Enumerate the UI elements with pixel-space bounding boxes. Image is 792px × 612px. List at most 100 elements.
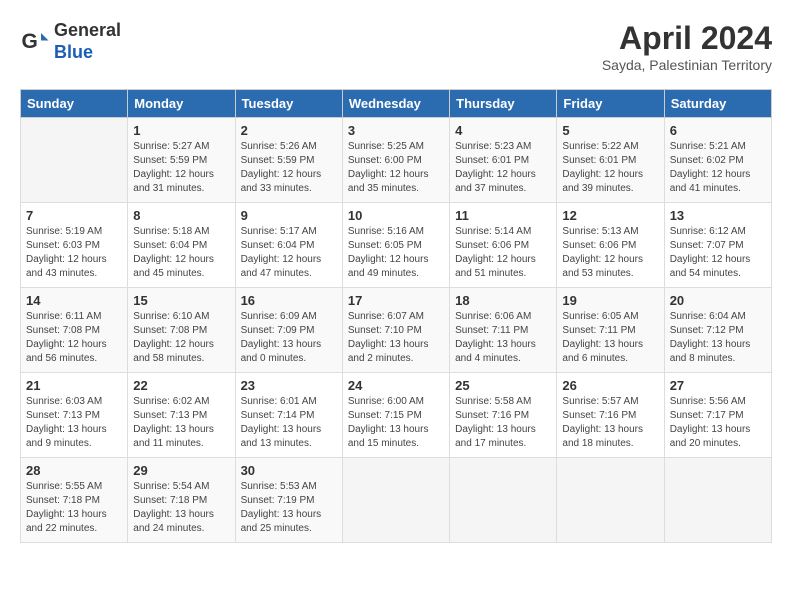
header-day-saturday: Saturday	[664, 90, 771, 118]
day-number: 8	[133, 208, 229, 223]
day-number: 12	[562, 208, 658, 223]
day-number: 14	[26, 293, 122, 308]
calendar-cell: 5 Sunrise: 5:22 AM Sunset: 6:01 PM Daylig…	[557, 118, 664, 203]
svg-text:G: G	[22, 30, 38, 53]
calendar-cell: 21Sunrise: 6:03 AM Sunset: 7:13 PM Dayli…	[21, 373, 128, 458]
day-number: 25	[455, 378, 551, 393]
day-number: 18	[455, 293, 551, 308]
day-number: 2	[241, 123, 337, 138]
day-number: 16	[241, 293, 337, 308]
calendar-cell	[450, 458, 557, 543]
calendar-cell: 26 Sunrise: 5:57 AM Sunset: 7:16 PM Dayli…	[557, 373, 664, 458]
day-number: 27	[670, 378, 766, 393]
day-info: Sunrise: 6:05 AM Sunset: 7:11 PM Dayligh…	[562, 310, 658, 366]
day-info: Sunrise: 6:07 AM Sunset: 7:10 PM Dayligh…	[348, 310, 444, 366]
day-info: Sunrise: 5:56 AM Sunset: 7:17 PM Dayligh…	[670, 395, 766, 451]
logo-icon: G	[20, 27, 50, 57]
day-info: Sunrise: 6:02 AM Sunset: 7:13 PM Dayligh…	[133, 395, 229, 451]
day-number: 26	[562, 378, 658, 393]
day-info: Sunrise: 5:53 AM Sunset: 7:19 PM Dayligh…	[241, 480, 337, 536]
header-day-sunday: Sunday	[21, 90, 128, 118]
day-info: Sunrise: 6:03 AM Sunset: 7:13 PM Dayligh…	[26, 395, 122, 451]
day-number: 23	[241, 378, 337, 393]
day-number: 13	[670, 208, 766, 223]
day-number: 20	[670, 293, 766, 308]
logo: G General Blue	[20, 20, 121, 63]
calendar-week-2: 7 Sunrise: 5:19 AM Sunset: 6:03 PM Daylig…	[21, 203, 772, 288]
day-info: Sunrise: 6:10 AM Sunset: 7:08 PM Dayligh…	[133, 310, 229, 366]
calendar-cell: 12 Sunrise: 5:13 AM Sunset: 6:06 PM Dayli…	[557, 203, 664, 288]
calendar-table: SundayMondayTuesdayWednesdayThursdayFrid…	[20, 89, 772, 543]
day-info: Sunrise: 5:58 AM Sunset: 7:16 PM Dayligh…	[455, 395, 551, 451]
day-info: Sunrise: 5:21 AM Sunset: 6:02 PM Dayligh…	[670, 140, 766, 196]
calendar-cell: 27 Sunrise: 5:56 AM Sunset: 7:17 PM Dayli…	[664, 373, 771, 458]
location: Sayda, Palestinian Territory	[602, 57, 772, 73]
day-info: Sunrise: 5:55 AM Sunset: 7:18 PM Dayligh…	[26, 480, 122, 536]
calendar-cell: 19Sunrise: 6:05 AM Sunset: 7:11 PM Dayli…	[557, 288, 664, 373]
day-number: 10	[348, 208, 444, 223]
calendar-cell: 16Sunrise: 6:09 AM Sunset: 7:09 PM Dayli…	[235, 288, 342, 373]
day-info: Sunrise: 5:23 AM Sunset: 6:01 PM Dayligh…	[455, 140, 551, 196]
calendar-header: SundayMondayTuesdayWednesdayThursdayFrid…	[21, 90, 772, 118]
calendar-cell: 3 Sunrise: 5:25 AM Sunset: 6:00 PM Daylig…	[342, 118, 449, 203]
day-number: 6	[670, 123, 766, 138]
day-info: Sunrise: 5:57 AM Sunset: 7:16 PM Dayligh…	[562, 395, 658, 451]
day-info: Sunrise: 5:22 AM Sunset: 6:01 PM Dayligh…	[562, 140, 658, 196]
calendar-cell	[557, 458, 664, 543]
day-number: 9	[241, 208, 337, 223]
day-info: Sunrise: 5:54 AM Sunset: 7:18 PM Dayligh…	[133, 480, 229, 536]
day-number: 29	[133, 463, 229, 478]
day-info: Sunrise: 5:14 AM Sunset: 6:06 PM Dayligh…	[455, 225, 551, 281]
day-number: 7	[26, 208, 122, 223]
calendar-cell: 4 Sunrise: 5:23 AM Sunset: 6:01 PM Daylig…	[450, 118, 557, 203]
day-info: Sunrise: 5:13 AM Sunset: 6:06 PM Dayligh…	[562, 225, 658, 281]
calendar-cell: 6 Sunrise: 5:21 AM Sunset: 6:02 PM Daylig…	[664, 118, 771, 203]
calendar-cell: 10 Sunrise: 5:16 AM Sunset: 6:05 PM Dayli…	[342, 203, 449, 288]
day-info: Sunrise: 6:01 AM Sunset: 7:14 PM Dayligh…	[241, 395, 337, 451]
calendar-cell: 9 Sunrise: 5:17 AM Sunset: 6:04 PM Daylig…	[235, 203, 342, 288]
calendar-cell: 13 Sunrise: 6:12 AM Sunset: 7:07 PM Dayli…	[664, 203, 771, 288]
header-day-tuesday: Tuesday	[235, 90, 342, 118]
day-info: Sunrise: 6:04 AM Sunset: 7:12 PM Dayligh…	[670, 310, 766, 366]
day-number: 3	[348, 123, 444, 138]
day-number: 4	[455, 123, 551, 138]
day-number: 30	[241, 463, 337, 478]
day-info: Sunrise: 5:27 AM Sunset: 5:59 PM Dayligh…	[133, 140, 229, 196]
day-info: Sunrise: 5:17 AM Sunset: 6:04 PM Dayligh…	[241, 225, 337, 281]
calendar-cell	[664, 458, 771, 543]
day-info: Sunrise: 6:11 AM Sunset: 7:08 PM Dayligh…	[26, 310, 122, 366]
day-info: Sunrise: 6:06 AM Sunset: 7:11 PM Dayligh…	[455, 310, 551, 366]
calendar-cell: 14 Sunrise: 6:11 AM Sunset: 7:08 PM Dayli…	[21, 288, 128, 373]
day-info: Sunrise: 5:25 AM Sunset: 6:00 PM Dayligh…	[348, 140, 444, 196]
calendar-cell: 24Sunrise: 6:00 AM Sunset: 7:15 PM Dayli…	[342, 373, 449, 458]
calendar-week-1: 1Sunrise: 5:27 AM Sunset: 5:59 PM Daylig…	[21, 118, 772, 203]
calendar-body: 1Sunrise: 5:27 AM Sunset: 5:59 PM Daylig…	[21, 118, 772, 543]
day-info: Sunrise: 5:18 AM Sunset: 6:04 PM Dayligh…	[133, 225, 229, 281]
day-number: 5	[562, 123, 658, 138]
calendar-cell: 11Sunrise: 5:14 AM Sunset: 6:06 PM Dayli…	[450, 203, 557, 288]
day-number: 24	[348, 378, 444, 393]
day-info: Sunrise: 5:16 AM Sunset: 6:05 PM Dayligh…	[348, 225, 444, 281]
calendar-cell: 8 Sunrise: 5:18 AM Sunset: 6:04 PM Daylig…	[128, 203, 235, 288]
page-header: G General Blue April 2024 Sayda, Palesti…	[20, 20, 772, 73]
calendar-cell: 25 Sunrise: 5:58 AM Sunset: 7:16 PM Dayli…	[450, 373, 557, 458]
day-info: Sunrise: 6:12 AM Sunset: 7:07 PM Dayligh…	[670, 225, 766, 281]
calendar-week-3: 14 Sunrise: 6:11 AM Sunset: 7:08 PM Dayli…	[21, 288, 772, 373]
title-block: April 2024 Sayda, Palestinian Territory	[602, 20, 772, 73]
calendar-cell: 17 Sunrise: 6:07 AM Sunset: 7:10 PM Dayli…	[342, 288, 449, 373]
day-number: 22	[133, 378, 229, 393]
header-day-wednesday: Wednesday	[342, 90, 449, 118]
calendar-cell: 1Sunrise: 5:27 AM Sunset: 5:59 PM Daylig…	[128, 118, 235, 203]
calendar-cell: 23 Sunrise: 6:01 AM Sunset: 7:14 PM Dayli…	[235, 373, 342, 458]
day-info: Sunrise: 5:19 AM Sunset: 6:03 PM Dayligh…	[26, 225, 122, 281]
calendar-cell: 29 Sunrise: 5:54 AM Sunset: 7:18 PM Dayli…	[128, 458, 235, 543]
header-day-friday: Friday	[557, 90, 664, 118]
calendar-week-4: 21Sunrise: 6:03 AM Sunset: 7:13 PM Dayli…	[21, 373, 772, 458]
calendar-cell: 2Sunrise: 5:26 AM Sunset: 5:59 PM Daylig…	[235, 118, 342, 203]
logo-text: General Blue	[54, 20, 121, 63]
day-number: 15	[133, 293, 229, 308]
calendar-cell: 30 Sunrise: 5:53 AM Sunset: 7:19 PM Dayli…	[235, 458, 342, 543]
day-number: 17	[348, 293, 444, 308]
day-number: 28	[26, 463, 122, 478]
month-title: April 2024	[602, 20, 772, 57]
